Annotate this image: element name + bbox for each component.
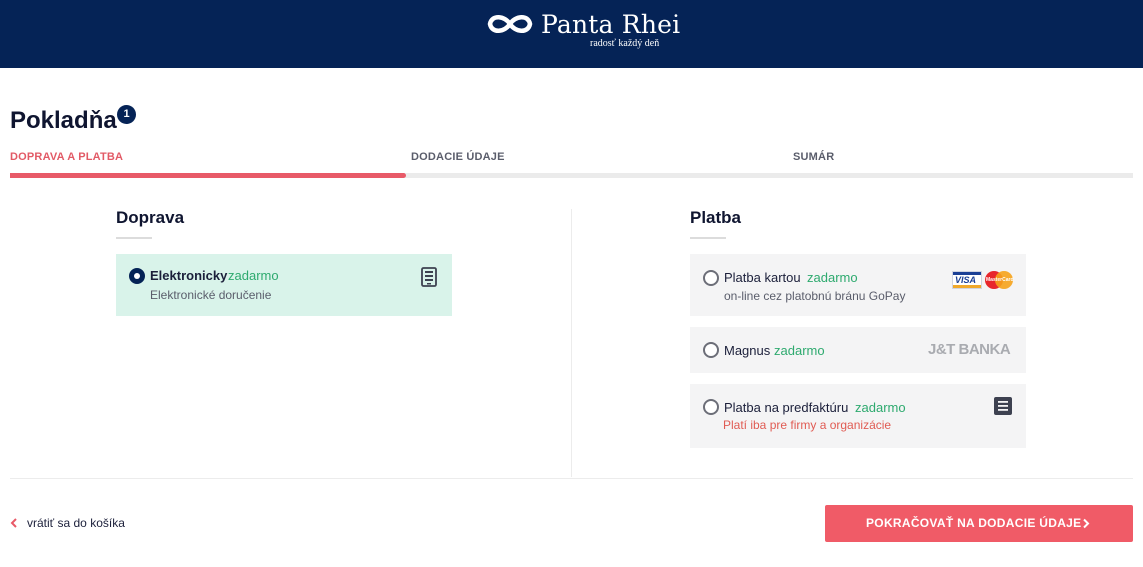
payment-option-name: Magnus <box>724 343 771 358</box>
shipping-option-electronic[interactable]: Elektronicky zadarmo Elektronické doruče… <box>116 254 452 316</box>
column-divider <box>571 209 572 477</box>
chevron-left-icon <box>10 518 17 528</box>
brand-tagline: radosť každý deň <box>590 38 660 49</box>
shipping-option-price: zadarmo <box>228 268 279 283</box>
mastercard-logo-text: MasterCard <box>986 277 1014 283</box>
payment-option-note: Platí iba pre firmy a organizácie <box>723 418 892 432</box>
ebook-icon <box>421 267 437 287</box>
infinity-logo-icon <box>487 15 533 33</box>
site-header: Panta Rhei radosť každý deň <box>0 0 1143 68</box>
step-badge: 1 <box>117 105 136 124</box>
brand-logo[interactable]: Panta Rhei radosť každý deň <box>486 8 680 54</box>
payment-option-price: zadarmo <box>855 400 906 415</box>
step-summary[interactable]: SUMÁR <box>793 151 834 163</box>
checkout-progress-bar <box>10 173 1133 178</box>
visa-logo: VISA <box>952 271 982 289</box>
shipping-option-name: Elektronicky <box>150 268 228 283</box>
payment-radio-invoice[interactable] <box>703 399 719 415</box>
shipping-option-subtitle: Elektronické doručenie <box>150 288 272 302</box>
payment-option-price: zadarmo <box>774 343 825 358</box>
payment-option-name: Platba kartou <box>724 270 801 285</box>
step-shipping-payment[interactable]: DOPRAVA A PLATBA <box>10 151 123 163</box>
jt-banka-logo: J&T BANKA <box>928 341 1011 358</box>
continue-to-delivery-button[interactable]: POKRAČOVAŤ NA DODACIE ÚDAJE <box>825 505 1133 542</box>
payment-option-name: Platba na predfaktúru <box>724 400 849 415</box>
mastercard-logo: MasterCard <box>985 271 1014 289</box>
payment-radio-card[interactable] <box>703 270 719 286</box>
payment-title: Platba <box>690 208 742 227</box>
shipping-radio-electronic[interactable] <box>129 268 145 284</box>
chevron-right-icon <box>1083 518 1090 529</box>
checkout-progress-fill <box>10 173 407 178</box>
payment-option-invoice[interactable]: Platba na predfaktúru zadarmo Platí iba … <box>690 384 1026 448</box>
step-delivery-details[interactable]: DODACIE ÚDAJE <box>411 151 505 163</box>
payment-option-subtitle: on-line cez platobnú bránu GoPay <box>724 289 906 303</box>
payment-radio-magnus[interactable] <box>703 342 719 358</box>
invoice-icon <box>994 397 1012 415</box>
shipping-title: Doprava <box>116 208 185 227</box>
page-title: Pokladňa <box>10 107 117 134</box>
back-to-cart-label: vrátiť sa do košíka <box>27 516 125 530</box>
shipping-title-underline <box>116 237 152 239</box>
payment-title-underline <box>690 237 726 239</box>
payment-option-price: zadarmo <box>807 270 858 285</box>
brand-name: Panta Rhei <box>541 10 681 39</box>
footer-divider <box>10 478 1133 479</box>
continue-button-label: POKRAČOVAŤ NA DODACIE ÚDAJE <box>866 516 1082 530</box>
visa-logo-text: VISA <box>955 275 977 285</box>
